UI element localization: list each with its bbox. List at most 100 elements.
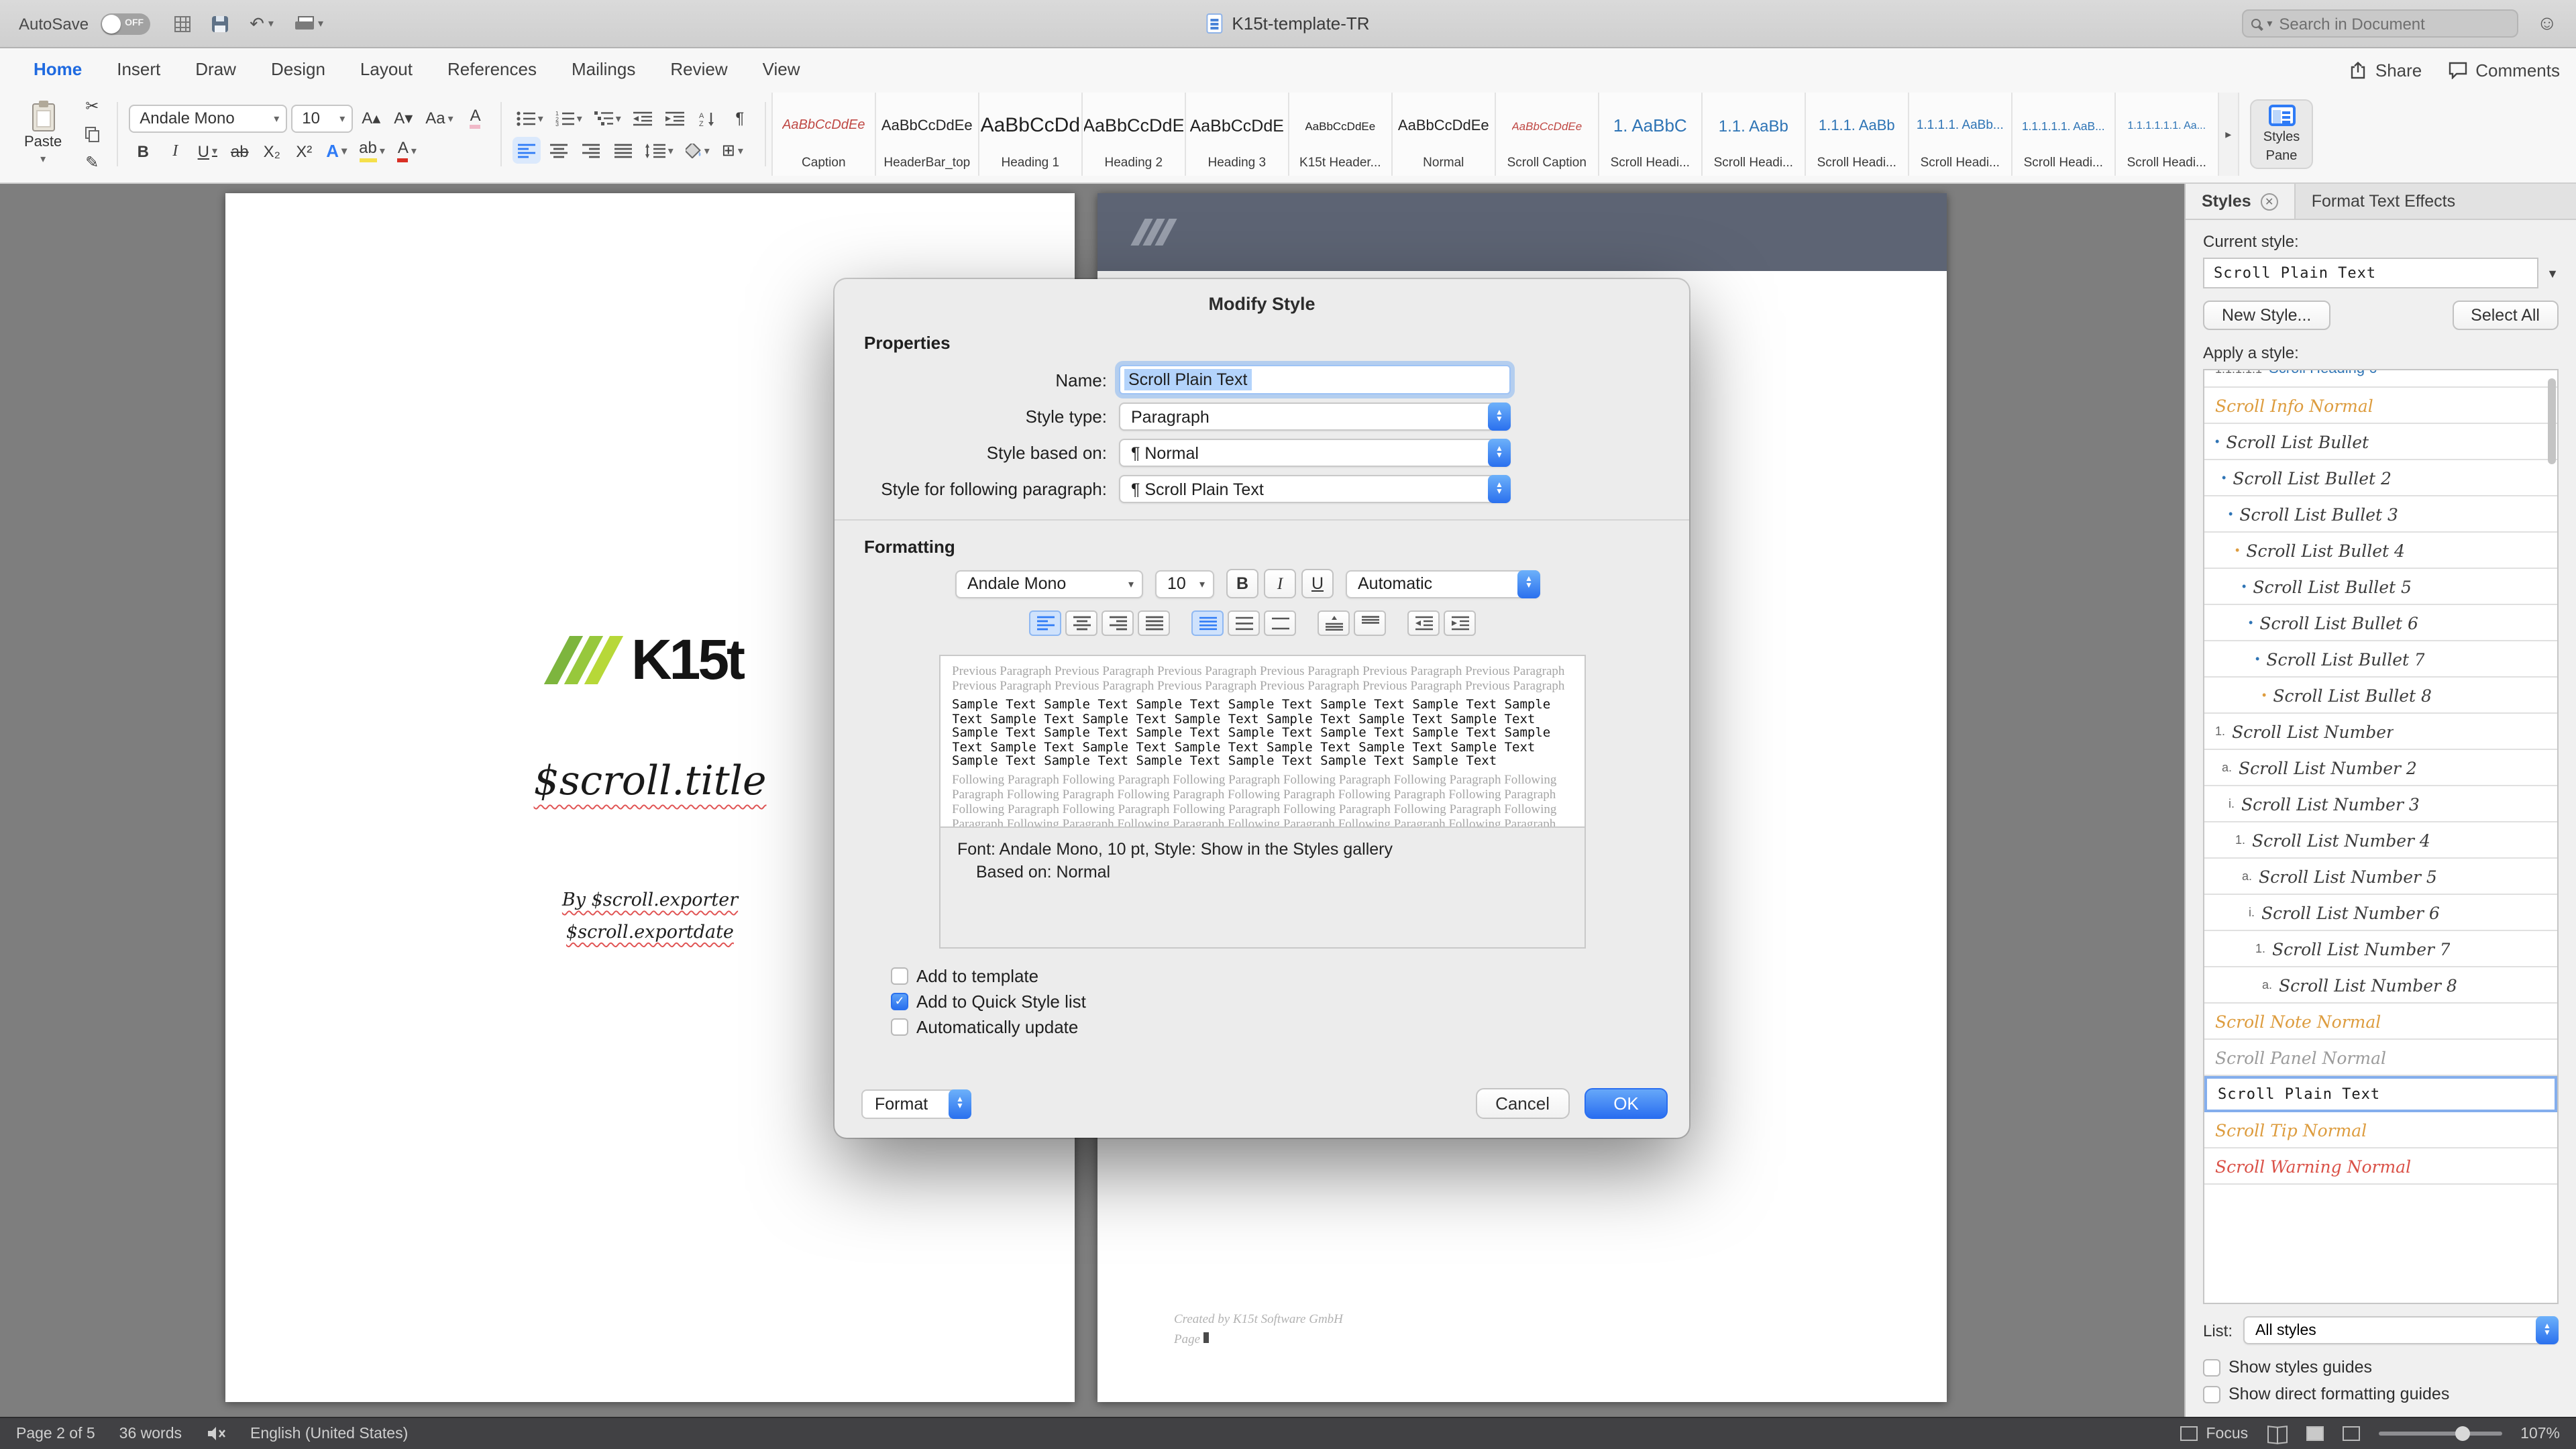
dialog-bold-button[interactable]: B xyxy=(1226,569,1258,598)
search-input[interactable]: ▾ Search in Document xyxy=(2241,9,2518,38)
style-list-item[interactable]: •Scroll List Bullet 4 xyxy=(2204,533,2557,569)
cancel-button[interactable]: Cancel xyxy=(1475,1088,1570,1119)
select-all-button[interactable]: Select All xyxy=(2452,301,2559,330)
zoom-slider[interactable] xyxy=(2378,1432,2502,1436)
style-list-item[interactable]: 1.1.1.1.1Scroll Heading 6 xyxy=(2204,369,2557,388)
paste-button[interactable]: Paste ▾ xyxy=(17,101,68,168)
list-filter-select[interactable]: All styles ▲▼ xyxy=(2243,1316,2559,1344)
multilevel-list-button[interactable]: ▾ xyxy=(590,105,625,131)
tab-references[interactable]: References xyxy=(430,50,554,89)
justify-button[interactable] xyxy=(609,137,637,164)
style-name-input[interactable]: Scroll Plain Text xyxy=(1119,365,1511,394)
style-list-item[interactable]: i.Scroll List Number 6 xyxy=(2204,895,2557,931)
read-mode-button[interactable] xyxy=(2267,1426,2287,1441)
format-painter-button[interactable]: ✎ xyxy=(78,149,106,176)
underline-button[interactable]: U▾ xyxy=(193,138,221,164)
dialog-decrease-indent-button[interactable] xyxy=(1407,610,1440,636)
tab-home[interactable]: Home xyxy=(16,50,99,89)
autosave-toggle[interactable]: OFF xyxy=(101,13,150,34)
print-button[interactable]: ▾ xyxy=(295,16,323,31)
ribbon-display-button[interactable] xyxy=(174,15,191,32)
line-spacing-button[interactable]: ▾ xyxy=(641,137,678,164)
align-right-button[interactable] xyxy=(577,137,605,164)
style-gallery-item[interactable]: 1.1. AaBbScroll Headi... xyxy=(1703,93,1806,176)
decrease-indent-button[interactable] xyxy=(629,105,657,131)
language-indicator[interactable]: English (United States) xyxy=(250,1426,408,1442)
based-on-select[interactable]: ¶ Normal ▲▼ xyxy=(1119,439,1511,467)
style-list-item[interactable]: 1.Scroll List Number 7 xyxy=(2204,931,2557,967)
font-name-select[interactable]: Andale Mono ▾ xyxy=(129,104,287,132)
save-button[interactable] xyxy=(212,15,228,32)
style-gallery-item[interactable]: AaBbCcDdEeHeaderBar_top xyxy=(876,93,979,176)
dialog-align-center-button[interactable] xyxy=(1065,610,1097,636)
double-spacing-button[interactable] xyxy=(1264,610,1296,636)
align-center-button[interactable] xyxy=(545,137,573,164)
dialog-align-right-button[interactable] xyxy=(1102,610,1134,636)
grow-font-button[interactable]: A▴ xyxy=(357,105,385,131)
following-paragraph-select[interactable]: ¶ Scroll Plain Text ▲▼ xyxy=(1119,475,1511,503)
style-type-select[interactable]: Paragraph ▲▼ xyxy=(1119,402,1511,431)
highlight-button[interactable]: ab▾ xyxy=(355,138,389,164)
style-list-item[interactable]: 1.Scroll List Number 4 xyxy=(2204,822,2557,859)
text-effects-button[interactable]: A▾ xyxy=(322,138,351,164)
bold-button[interactable]: B xyxy=(129,138,157,164)
format-menu-button[interactable]: Format ▲▼ xyxy=(861,1089,971,1118)
checkbox[interactable] xyxy=(2203,1385,2220,1403)
undo-button[interactable]: ↶▾ xyxy=(250,15,274,32)
shading-button[interactable]: ▾ xyxy=(682,137,714,164)
style-list-item[interactable]: •Scroll List Bullet 3 xyxy=(2204,496,2557,533)
style-list-item[interactable]: 1.Scroll List Number xyxy=(2204,714,2557,750)
style-gallery-item[interactable]: 1.1.1.1. AaBb...Scroll Headi... xyxy=(1909,93,2012,176)
style-list-item[interactable]: a.Scroll List Number 2 xyxy=(2204,750,2557,786)
style-list-item[interactable]: •Scroll List Bullet 8 xyxy=(2204,678,2557,714)
ok-button[interactable]: OK xyxy=(1585,1088,1668,1119)
checkbox[interactable] xyxy=(2203,1358,2220,1376)
dialog-align-left-button[interactable] xyxy=(1029,610,1061,636)
share-button[interactable]: Share xyxy=(2350,60,2422,80)
checkbox[interactable] xyxy=(891,1018,908,1036)
checkbox[interactable] xyxy=(891,967,908,985)
font-size-select[interactable]: 10 ▾ xyxy=(291,104,353,132)
feedback-smiley-icon[interactable]: ☺ xyxy=(2536,12,2557,35)
style-gallery-item[interactable]: AaBbCcDdHeading 1 xyxy=(979,93,1083,176)
style-gallery-item[interactable]: 1.1.1.1.1.1. Aa...Scroll Headi... xyxy=(2116,93,2219,176)
change-case-button[interactable]: Aa▾ xyxy=(421,105,457,131)
sort-button[interactable]: AZ xyxy=(694,105,722,131)
style-list-item[interactable]: •Scroll List Bullet 5 xyxy=(2204,569,2557,605)
shrink-font-button[interactable]: A▾ xyxy=(389,105,417,131)
new-style-button[interactable]: New Style... xyxy=(2203,301,2330,330)
style-list-item[interactable]: a.Scroll List Number 5 xyxy=(2204,859,2557,895)
cut-button[interactable]: ✂ xyxy=(78,93,106,119)
focus-mode-button[interactable]: Focus xyxy=(2181,1426,2249,1442)
increase-indent-button[interactable] xyxy=(661,105,690,131)
style-gallery-item[interactable]: 1.1.1.1.1. AaB...Scroll Headi... xyxy=(2012,93,2116,176)
tab-mailings[interactable]: Mailings xyxy=(554,50,653,89)
increase-space-after-button[interactable] xyxy=(1354,610,1386,636)
subscript-button[interactable]: X₂ xyxy=(258,138,286,164)
style-gallery-item[interactable]: AaBbCcDdEHeading 2 xyxy=(1083,93,1186,176)
bullets-button[interactable]: ▾ xyxy=(513,105,547,131)
style-gallery-item[interactable]: 1. AaBbCScroll Headi... xyxy=(1599,93,1703,176)
style-list-item[interactable]: •Scroll List Bullet 2 xyxy=(2204,460,2557,496)
web-layout-button[interactable] xyxy=(2342,1426,2359,1441)
style-list-item[interactable]: Scroll Tip Normal xyxy=(2204,1112,2557,1148)
dialog-font-select[interactable]: Andale Mono ▾ xyxy=(955,570,1143,598)
dialog-underline-button[interactable]: U xyxy=(1301,569,1334,598)
read-aloud-button[interactable] xyxy=(206,1426,226,1441)
style-list-item[interactable]: Scroll Panel Normal xyxy=(2204,1040,2557,1076)
zoom-level[interactable]: 107% xyxy=(2520,1426,2560,1442)
dialog-justify-button[interactable] xyxy=(1138,610,1170,636)
style-gallery-item[interactable]: AaBbCcDdEeScroll Caption xyxy=(1496,93,1599,176)
tab-insert[interactable]: Insert xyxy=(99,50,178,89)
style-list-item[interactable]: a.Scroll List Number 8 xyxy=(2204,967,2557,1004)
dialog-color-select[interactable]: Automatic ▲▼ xyxy=(1346,570,1540,598)
tab-styles[interactable]: Styles ✕ xyxy=(2186,184,2296,219)
increase-space-before-button[interactable] xyxy=(1318,610,1350,636)
style-gallery-item[interactable]: AaBbCcDdEeNormal xyxy=(1393,93,1496,176)
italic-button[interactable]: I xyxy=(161,138,189,164)
comments-button[interactable]: Comments xyxy=(2449,60,2560,80)
gallery-more-button[interactable]: ▸ xyxy=(2219,93,2239,176)
copy-button[interactable] xyxy=(78,121,106,148)
current-style-box[interactable]: Scroll Plain Text xyxy=(2203,258,2538,288)
page-indicator[interactable]: Page 2 of 5 xyxy=(16,1426,95,1442)
